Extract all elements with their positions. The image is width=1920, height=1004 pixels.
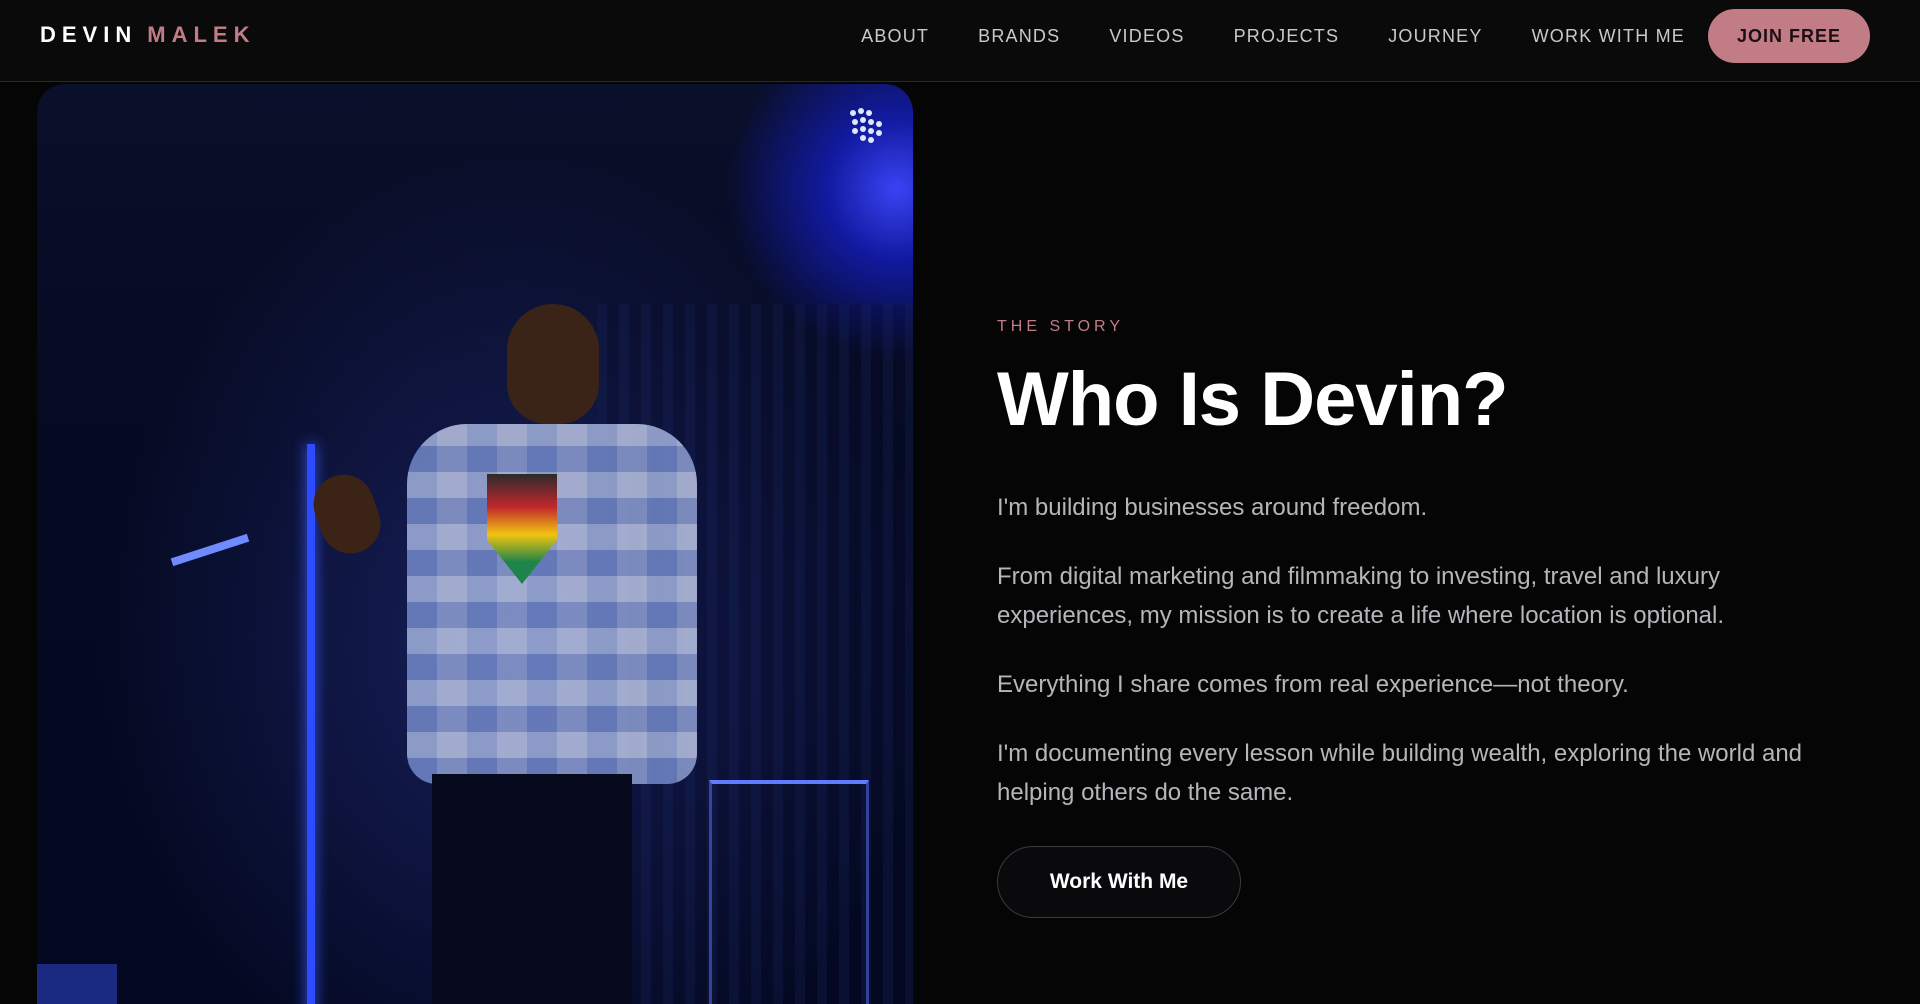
grid-dots-icon (850, 108, 882, 143)
work-with-me-button[interactable]: Work With Me (997, 846, 1241, 918)
nav-work-with-me[interactable]: WORK WITH ME (1532, 24, 1685, 48)
mic-stand (307, 444, 315, 1004)
top-navigation-bar: DEVIN MALEK ABOUT BRANDS VIDEOS PROJECTS … (0, 0, 1920, 82)
nav-journey[interactable]: JOURNEY (1388, 24, 1482, 48)
performer-head (507, 304, 599, 424)
story-section: THE STORY Who Is Devin? I'm building bus… (997, 318, 1857, 918)
story-paragraph-4: I'm documenting every lesson while build… (997, 740, 1803, 806)
brand-first-name: DEVIN (40, 22, 138, 47)
stage-stool (709, 780, 869, 1004)
join-free-button[interactable]: JOIN FREE (1708, 9, 1870, 63)
nav-videos[interactable]: VIDEOS (1109, 24, 1184, 48)
nav-brands[interactable]: BRANDS (978, 24, 1060, 48)
story-title: Who Is Devin? (997, 357, 1509, 442)
performer-legs (432, 774, 632, 1004)
side-microphone (170, 533, 250, 567)
performer (305, 304, 697, 1004)
brand-last-name: MALEK (147, 22, 256, 47)
hero-photo (37, 84, 913, 1004)
main-nav: ABOUT BRANDS VIDEOS PROJECTS JOURNEY WOR… (861, 24, 1685, 48)
stage-amp (37, 964, 117, 1004)
brand-logo[interactable]: DEVIN MALEK (40, 22, 255, 48)
performer-hand (305, 466, 389, 562)
story-paragraph-3: Everything I share comes from real exper… (997, 671, 1629, 698)
story-paragraph-2: From digital marketing and filmmaking to… (997, 563, 1725, 629)
story-eyebrow: THE STORY (997, 318, 1124, 335)
story-paragraph-1: I'm building businesses around freedom. (997, 494, 1428, 521)
nav-projects[interactable]: PROJECTS (1234, 24, 1340, 48)
nav-about[interactable]: ABOUT (861, 24, 929, 48)
